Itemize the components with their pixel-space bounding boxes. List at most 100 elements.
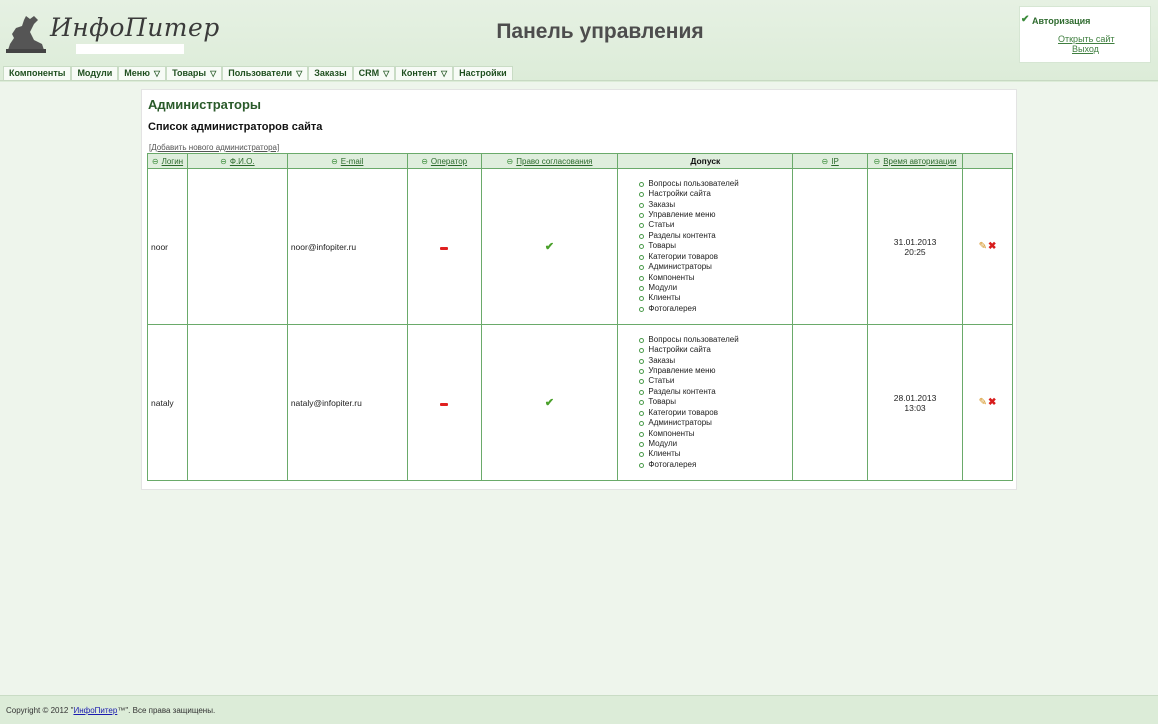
menu-label: Модули xyxy=(77,68,113,78)
checkmark-icon: ✔ xyxy=(1021,14,1030,25)
list-item: Компоненты xyxy=(639,273,789,283)
list-item: Клиенты xyxy=(639,293,789,303)
cell-auth-time: 31.01.2013 20:25 xyxy=(867,168,963,325)
cell-actions: ✎✖ xyxy=(961,324,1014,481)
sort-icon: ⊖ xyxy=(421,156,428,166)
list-item: Модули xyxy=(639,439,789,449)
menu-item-components[interactable]: Компоненты xyxy=(3,66,72,80)
menu-item-menu[interactable]: Меню ▽ xyxy=(118,66,167,80)
logo[interactable]: ИнфоПитер xyxy=(4,10,219,56)
list-item: Настройки сайта xyxy=(639,189,789,199)
auth-date: 28.01.2013 xyxy=(893,392,937,403)
add-admin-link[interactable]: [Добавить нового администратора] xyxy=(149,143,279,152)
cell-email: noor@infopiter.ru xyxy=(286,168,408,325)
dropdown-arrow-icon: ▽ xyxy=(441,69,448,78)
checkmark-icon[interactable]: ✔ xyxy=(545,397,554,409)
table-row: nataly nataly@infopiter.ru ✔ Вопросы пол… xyxy=(147,324,1014,481)
list-item: Фотогалерея xyxy=(639,304,789,314)
auth-time: 13:03 xyxy=(904,402,926,413)
menu-item-users[interactable]: Пользователи ▽ xyxy=(222,66,309,80)
open-site-link[interactable]: Открыть сайт xyxy=(1058,34,1115,44)
list-item: Клиенты xyxy=(639,449,789,459)
footer-brand-link[interactable]: ИнфоПитер xyxy=(73,706,117,715)
menu-item-orders[interactable]: Заказы xyxy=(308,66,353,80)
column-header-ip[interactable]: ⊖ IP xyxy=(792,153,869,169)
minus-icon[interactable] xyxy=(440,246,449,250)
logo-underline xyxy=(76,44,184,54)
auth-box: ✔ Авторизация Открыть сайт Выход xyxy=(1019,6,1151,63)
cell-email: nataly@infopiter.ru xyxy=(286,324,408,481)
permission-list: Вопросы пользователей Настройки сайта За… xyxy=(621,179,789,314)
minus-icon[interactable] xyxy=(440,402,449,406)
table-row: noor noor@infopiter.ru ✔ Вопросы пользов… xyxy=(147,168,1014,325)
list-item: Товары xyxy=(639,397,789,407)
menu-item-content[interactable]: Контент ▽ xyxy=(395,66,454,80)
cell-login: nataly xyxy=(147,324,188,481)
column-label: IP xyxy=(831,156,839,166)
cell-access: Вопросы пользователей Настройки сайта За… xyxy=(617,168,794,325)
column-header-fio[interactable]: ⊖ Ф.И.О. xyxy=(186,153,288,169)
list-item: Администраторы xyxy=(639,418,789,428)
menu-label: Меню xyxy=(124,68,150,78)
section-subheading: Список администраторов сайта xyxy=(148,121,323,133)
column-label: E-mail xyxy=(340,156,364,166)
list-item: Товары xyxy=(639,241,789,251)
column-header-email[interactable]: ⊖ E-mail xyxy=(286,153,408,169)
cell-ip xyxy=(792,324,869,481)
sort-icon: ⊖ xyxy=(873,156,881,166)
menu-label: Пользователи xyxy=(228,68,293,78)
list-item: Вопросы пользователей xyxy=(639,179,789,189)
menu-label: Товары xyxy=(172,68,207,78)
list-item: Управление меню xyxy=(639,366,789,376)
column-header-approval[interactable]: ⊖ Право согласования xyxy=(480,153,619,169)
delete-cross-icon[interactable]: ✖ xyxy=(988,397,996,408)
cell-fio xyxy=(186,168,288,325)
table-header-row: ⊖ Логин ⊖ Ф.И.О. ⊖ E-mail ⊖ Оператор ⊖ Право … xyxy=(147,153,1014,169)
menu-item-modules[interactable]: Модули xyxy=(71,66,119,80)
permission-list: Вопросы пользователей Настройки сайта За… xyxy=(621,335,789,470)
section-heading: Администраторы xyxy=(148,97,262,112)
column-label: Допуск xyxy=(690,156,721,166)
menu-item-crm[interactable]: CRM ▽ xyxy=(352,66,396,80)
column-header-login[interactable]: ⊖ Логин xyxy=(147,153,188,169)
content-panel: Администраторы Список администраторов са… xyxy=(141,89,1017,490)
logout-link[interactable]: Выход xyxy=(1072,44,1099,54)
checkmark-icon[interactable]: ✔ xyxy=(545,241,554,253)
cell-access: Вопросы пользователей Настройки сайта За… xyxy=(617,324,794,481)
menu-label: Компоненты xyxy=(9,68,66,78)
sort-icon: ⊖ xyxy=(220,156,227,166)
dropdown-arrow-icon: ▽ xyxy=(210,69,217,78)
list-item: Статьи xyxy=(639,376,789,386)
column-label: Оператор xyxy=(430,156,468,166)
edit-pencil-icon[interactable]: ✎ xyxy=(979,241,987,252)
menu-item-settings[interactable]: Настройки xyxy=(453,66,513,80)
list-item: Категории товаров xyxy=(639,252,789,262)
sort-icon: ⊖ xyxy=(821,156,829,166)
main-menu: Компоненты Модули Меню ▽ Товары ▽ Пользова… xyxy=(3,66,513,80)
sort-icon: ⊖ xyxy=(151,156,159,166)
menu-label: Заказы xyxy=(314,68,347,78)
edit-pencil-icon[interactable]: ✎ xyxy=(979,397,987,408)
column-label: Ф.И.О. xyxy=(229,156,255,166)
admins-table: ⊖ Логин ⊖ Ф.И.О. ⊖ E-mail ⊖ Оператор ⊖ Право … xyxy=(147,153,1014,481)
list-item: Заказы xyxy=(639,200,789,210)
delete-cross-icon[interactable]: ✖ xyxy=(988,241,996,252)
menu-item-products[interactable]: Товары ▽ xyxy=(166,66,223,80)
dropdown-arrow-icon: ▽ xyxy=(383,69,390,78)
logo-text: ИнфоПитер xyxy=(50,13,220,42)
auth-title-label: Авторизация xyxy=(1032,16,1091,26)
column-header-auth-time[interactable]: ⊖ Время авторизации xyxy=(867,153,963,169)
page-title: Панель управления xyxy=(496,20,704,43)
header-divider xyxy=(0,80,1158,81)
cell-login: noor xyxy=(147,168,188,325)
list-item: Модули xyxy=(639,283,789,293)
copyright-prefix: Copyright © 2012 " xyxy=(6,706,74,715)
cell-actions: ✎✖ xyxy=(961,168,1014,325)
list-item: Разделы контента xyxy=(639,231,789,241)
column-header-operator[interactable]: ⊖ Оператор xyxy=(406,153,482,169)
list-item: Управление меню xyxy=(639,210,789,220)
menu-label: CRM xyxy=(358,68,380,78)
copyright-text: Copyright © 2012 "ИнфоПитер™". Все права… xyxy=(6,706,215,715)
cell-operator xyxy=(406,168,482,325)
sort-icon: ⊖ xyxy=(331,156,338,166)
